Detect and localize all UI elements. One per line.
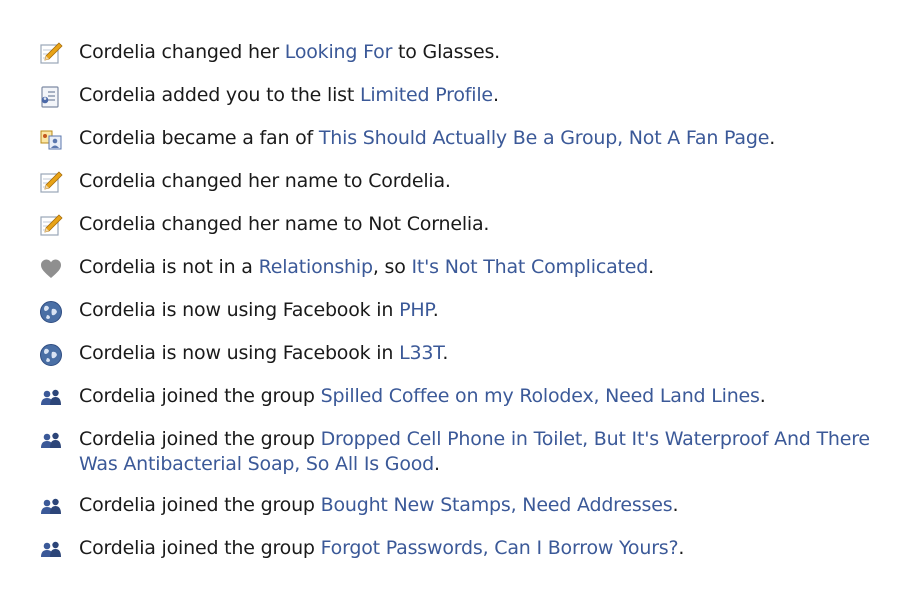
group-icon: [38, 494, 64, 520]
story-item: Cordelia became a fan of This Should Act…: [38, 126, 878, 153]
story-text: Cordelia joined the group Forgot Passwor…: [79, 536, 878, 561]
story-text-part: Cordelia changed her: [79, 41, 285, 63]
limited-profile-link[interactable]: Limited Profile: [360, 84, 493, 106]
pencil-icon: [38, 213, 64, 239]
group-icon: [38, 428, 64, 454]
story-item: Cordelia is not in a Relationship, so It…: [38, 255, 878, 282]
story-text: Cordelia added you to the list Limited P…: [79, 83, 878, 108]
story-text-part: Cordelia joined the group: [79, 537, 321, 559]
story-item: Cordelia joined the group Bought New Sta…: [38, 493, 878, 520]
activity-feed: Cordelia changed her Looking For to Glas…: [38, 40, 878, 563]
story-item: Cordelia changed her name to Not Corneli…: [38, 212, 878, 239]
globe-icon: [38, 342, 64, 368]
story-item: Cordelia changed her Looking For to Glas…: [38, 40, 878, 67]
story-text: Cordelia changed her name to Cordelia.: [79, 169, 878, 194]
story-text-part: .: [434, 453, 440, 475]
story-text: Cordelia joined the group Spilled Coffee…: [79, 384, 878, 409]
story-item: Cordelia is now using Facebook in L33T.: [38, 341, 878, 368]
story-text-part: Cordelia changed her name to Not Corneli…: [79, 213, 490, 235]
story-text-part: Cordelia is now using Facebook in: [79, 299, 400, 321]
story-text-part: Cordelia is now using Facebook in: [79, 342, 400, 364]
story-text-part: Cordelia became a fan of: [79, 127, 319, 149]
story-item: Cordelia joined the group Spilled Coffee…: [38, 384, 878, 411]
story-text: Cordelia became a fan of This Should Act…: [79, 126, 878, 151]
story-text-part: .: [759, 385, 766, 407]
story-text-part: Cordelia changed her name to Cordelia.: [79, 170, 451, 192]
story-text: Cordelia joined the group Dropped Cell P…: [79, 427, 878, 477]
story-item: Cordelia joined the group Forgot Passwor…: [38, 536, 878, 563]
php-link[interactable]: PHP: [399, 299, 433, 321]
story-text-part: .: [648, 256, 654, 278]
heart-icon: [38, 256, 64, 282]
story-text: Cordelia joined the group Bought New Sta…: [79, 493, 878, 518]
story-text: Cordelia changed her Looking For to Glas…: [79, 40, 878, 65]
story-item: Cordelia joined the group Dropped Cell P…: [38, 427, 878, 477]
story-text-part: Cordelia joined the group: [79, 385, 321, 407]
story-text-part: .: [672, 494, 679, 516]
story-text-part: .: [442, 342, 449, 364]
story-text-part: to Glasses.: [392, 41, 501, 63]
list-icon: [38, 84, 64, 110]
group-icon: [38, 537, 64, 563]
l33t-link[interactable]: L33T: [399, 342, 443, 364]
story-text-part: Cordelia added you to the list: [79, 84, 360, 106]
spilled-coffee-group-link[interactable]: Spilled Coffee on my Rolodex, Need Land …: [321, 385, 760, 407]
pencil-icon: [38, 41, 64, 67]
story-text: Cordelia changed her name to Not Corneli…: [79, 212, 878, 237]
globe-icon: [38, 299, 64, 325]
story-item: Cordelia changed her name to Cordelia.: [38, 169, 878, 196]
group-icon: [38, 385, 64, 411]
story-text: Cordelia is not in a Relationship, so It…: [79, 255, 878, 280]
story-text-part: Cordelia joined the group: [79, 428, 321, 450]
story-text-part: .: [432, 299, 439, 321]
story-text-part: Cordelia is not in a: [79, 256, 259, 278]
story-text: Cordelia is now using Facebook in L33T.: [79, 341, 878, 366]
story-item: Cordelia added you to the list Limited P…: [38, 83, 878, 110]
story-item: Cordelia is now using Facebook in PHP.: [38, 298, 878, 325]
fan-page-icon: [38, 127, 64, 153]
story-text-part: .: [678, 537, 685, 559]
story-text-part: .: [769, 127, 776, 149]
story-text-part: .: [492, 84, 499, 106]
bought-stamps-group-link[interactable]: Bought New Stamps, Need Addresses: [321, 494, 673, 516]
forgot-passwords-group-link[interactable]: Forgot Passwords, Can I Borrow Yours?: [321, 537, 679, 559]
pencil-icon: [38, 170, 64, 196]
not-complicated-link[interactable]: It's Not That Complicated: [411, 256, 648, 278]
fan-page-link[interactable]: This Should Actually Be a Group, Not A F…: [319, 127, 770, 149]
story-text-part: , so: [372, 256, 412, 278]
story-text-part: Cordelia joined the group: [79, 494, 321, 516]
story-text: Cordelia is now using Facebook in PHP.: [79, 298, 878, 323]
looking-for-link[interactable]: Looking For: [285, 41, 393, 63]
relationship-link[interactable]: Relationship: [259, 256, 373, 278]
